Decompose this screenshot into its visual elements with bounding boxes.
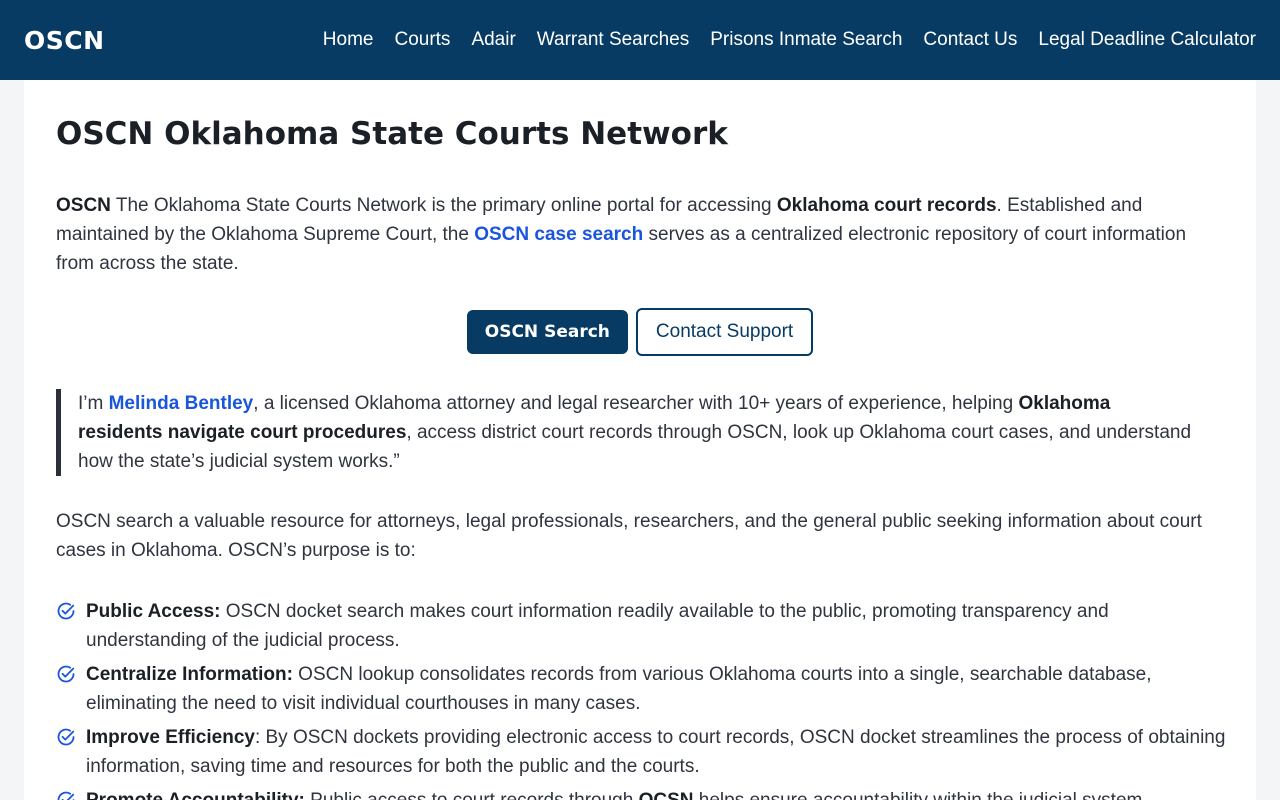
check-circle-icon	[57, 791, 75, 800]
main-nav: Home Courts Adair Warrant Searches Priso…	[302, 29, 1256, 51]
nav-link-warrant-searches[interactable]: Warrant Searches	[537, 29, 689, 51]
check-circle-icon	[57, 602, 75, 620]
intro-lead-bold: OSCN	[56, 195, 111, 216]
oscn-search-button[interactable]: OSCN Search	[466, 310, 628, 354]
oscn-case-search-link[interactable]: OSCN case search	[474, 224, 643, 245]
main-content: OSCN Oklahoma State Courts Network OSCN …	[24, 80, 1256, 800]
list-item-body: OSCN docket search makes court informati…	[86, 601, 1109, 651]
intro-paragraph: OSCN The Oklahoma State Courts Network i…	[56, 191, 1216, 278]
list-item-text: Improve Efficiency: By OSCN dockets prov…	[86, 723, 1226, 781]
check-circle-icon	[57, 728, 75, 746]
purpose-intro-paragraph: OSCN search a valuable resource for atto…	[56, 511, 1202, 561]
list-item-text: Promote Accountability: Public access to…	[86, 786, 1148, 800]
contact-support-button[interactable]: Contact Support	[635, 308, 814, 356]
list-item-body-post: helps ensure accountability within the j…	[694, 790, 1148, 800]
list-item-text: Centralize Information: OSCN lookup cons…	[86, 660, 1226, 718]
list-item-title: Public Access:	[86, 601, 221, 622]
list-item-text: Public Access: OSCN docket search makes …	[86, 597, 1226, 655]
list-item-body: : By OSCN dockets providing electronic a…	[86, 727, 1226, 777]
cta-button-row: OSCN Search Contact Support	[24, 308, 1256, 356]
page-title: OSCN Oklahoma State Courts Network	[56, 116, 728, 152]
list-item-title: Promote Accountability:	[86, 790, 305, 800]
quote-text-2: , a licensed Oklahoma attorney and legal…	[253, 393, 1019, 414]
purpose-list: Public Access: OSCN docket search makes …	[56, 597, 1226, 800]
list-item: Centralize Information: OSCN lookup cons…	[56, 660, 1226, 718]
nav-link-home[interactable]: Home	[323, 29, 374, 51]
nav-link-legal-deadline-calculator[interactable]: Legal Deadline Calculator	[1038, 29, 1256, 51]
list-item: Public Access: OSCN docket search makes …	[56, 597, 1226, 655]
list-item: Improve Efficiency: By OSCN dockets prov…	[56, 723, 1226, 781]
list-item-title: Improve Efficiency	[86, 727, 255, 748]
intro-text-1: The Oklahoma State Courts Network is the…	[110, 195, 777, 216]
nav-link-courts[interactable]: Courts	[394, 29, 450, 51]
top-navbar: OSCN Home Courts Adair Warrant Searches …	[0, 0, 1280, 80]
intro-bold-court-records: Oklahoma court records	[776, 195, 997, 216]
nav-link-contact-us[interactable]: Contact Us	[923, 29, 1017, 51]
list-item-body-bold: OCSN	[639, 790, 694, 800]
author-link[interactable]: Melinda Bentley	[109, 393, 254, 414]
nav-link-prisons-inmate-search[interactable]: Prisons Inmate Search	[710, 29, 902, 51]
check-circle-icon	[57, 665, 75, 683]
list-item-body-pre: Public access to court records through	[305, 790, 639, 800]
list-item-title: Centralize Information:	[86, 664, 293, 685]
author-quote: I’m Melinda Bentley, a licensed Oklahoma…	[56, 389, 1196, 476]
nav-link-adair[interactable]: Adair	[471, 29, 515, 51]
list-item: Promote Accountability: Public access to…	[56, 786, 1226, 800]
site-logo[interactable]: OSCN	[24, 26, 105, 55]
quote-text-1: I’m	[78, 393, 109, 414]
